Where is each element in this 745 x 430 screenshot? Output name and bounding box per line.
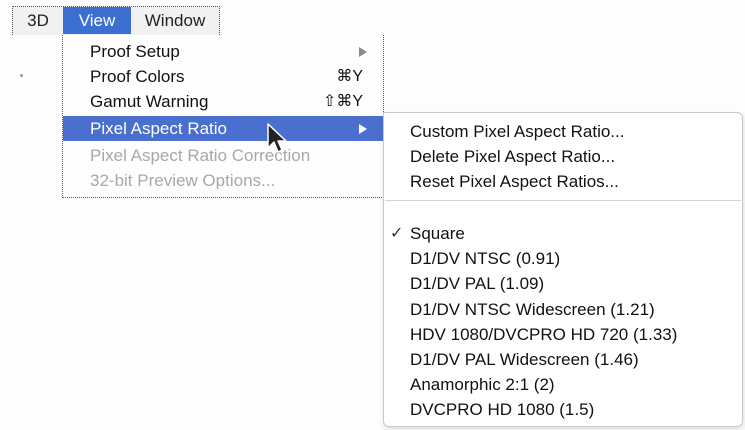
menubar-item-3d[interactable]: 3D: [13, 7, 63, 34]
submenu-item-d1-dv-pal-widescreen[interactable]: D1/DV PAL Widescreen (1.46): [384, 347, 742, 372]
shortcut-label: ⌘Y: [336, 68, 363, 85]
stray-mark: [20, 74, 23, 77]
menu-item-label: Gamut Warning: [90, 92, 209, 111]
checkmark-icon: ✓: [390, 225, 404, 242]
menu-item-gamut-warning[interactable]: Gamut Warning ⇧⌘Y: [63, 89, 383, 114]
submenu-item-anamorphic-2-1[interactable]: Anamorphic 2:1 (2): [384, 372, 742, 397]
menu-item-label: Pixel Aspect Ratio: [90, 119, 228, 138]
submenu-item-d1-dv-pal[interactable]: D1/DV PAL (1.09): [384, 271, 742, 296]
mouse-pointer-icon: [267, 123, 287, 153]
submenu-item-d1-dv-ntsc[interactable]: D1/DV NTSC (0.91): [384, 246, 742, 271]
submenu-item-label: Square: [410, 224, 465, 243]
menu-item-pixel-aspect-ratio-correction: Pixel Aspect Ratio Correction: [63, 143, 383, 168]
menu-item-32bit-preview-options: 32-bit Preview Options...: [63, 168, 383, 193]
menubar-item-view[interactable]: View: [63, 7, 131, 34]
submenu-item-d1-dv-ntsc-widescreen[interactable]: D1/DV NTSC Widescreen (1.21): [384, 297, 742, 322]
submenu-item-hdv-1080-dvcpro-hd-720[interactable]: HDV 1080/DVCPRO HD 720 (1.33): [384, 322, 742, 347]
menu-item-label: Proof Setup: [90, 42, 180, 61]
view-menu: Proof Setup Proof Colors ⌘Y Gamut Warnin…: [62, 35, 384, 198]
menu-item-proof-setup[interactable]: Proof Setup: [63, 39, 383, 64]
submenu-arrow-icon: [359, 124, 367, 134]
menu-bar: 3D View Window: [12, 6, 220, 35]
menubar-item-window[interactable]: Window: [131, 7, 219, 34]
submenu-arrow-icon: [359, 47, 367, 57]
submenu-item-reset-pixel-aspect-ratios[interactable]: Reset Pixel Aspect Ratios...: [384, 169, 742, 194]
menu-item-pixel-aspect-ratio[interactable]: Pixel Aspect Ratio: [63, 116, 383, 141]
shortcut-label: ⇧⌘Y: [322, 93, 363, 110]
submenu-item-custom-pixel-aspect-ratio[interactable]: Custom Pixel Aspect Ratio...: [384, 119, 742, 144]
submenu-item-square[interactable]: ✓ Square: [384, 221, 742, 246]
menu-item-label: Proof Colors: [90, 67, 185, 86]
pixel-aspect-ratio-submenu: Custom Pixel Aspect Ratio... Delete Pixe…: [383, 112, 743, 427]
submenu-item-delete-pixel-aspect-ratio[interactable]: Delete Pixel Aspect Ratio...: [384, 144, 742, 169]
menu-item-proof-colors[interactable]: Proof Colors ⌘Y: [63, 64, 383, 89]
menu-item-label: 32-bit Preview Options...: [90, 171, 276, 190]
menu-separator: [385, 200, 741, 201]
submenu-item-dvcpro-hd-1080[interactable]: DVCPRO HD 1080 (1.5): [384, 397, 742, 422]
